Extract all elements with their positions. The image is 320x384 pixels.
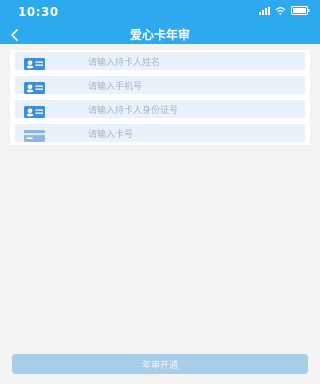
id-card-icon (24, 55, 45, 70)
id-card-icon (24, 79, 45, 94)
name-field[interactable]: 请输入持卡人姓名 (10, 50, 310, 72)
card-number-placeholder: 请输入卡号 (88, 130, 134, 140)
phone-placeholder: 请输入手机号 (88, 82, 143, 92)
status-icons (259, 6, 310, 15)
id-number-placeholder: 请输入持卡人身份证号 (88, 106, 179, 116)
id-card-icon (24, 103, 45, 118)
card-number-field[interactable]: 请输入卡号 (10, 122, 310, 144)
form-card: 请输入持卡人姓名 请输入手机号 请输入持卡人身份证号 请输入卡号 (10, 50, 310, 145)
field-background (15, 124, 305, 142)
id-number-field[interactable]: 请输入持卡人身份证号 (10, 98, 310, 120)
status-time: 10:30 (18, 5, 59, 19)
battery-icon (291, 6, 310, 15)
page-title: 爱心卡年审 (129, 28, 190, 42)
name-placeholder: 请输入持卡人姓名 (88, 58, 161, 68)
card-icon (24, 127, 45, 142)
field-background (15, 76, 305, 94)
annual-review-button[interactable]: 年审开通 (12, 354, 308, 374)
top-bar: 10:30 爱心卡年审 (0, 0, 320, 44)
phone-field[interactable]: 请输入手机号 (10, 74, 310, 96)
wifi-icon (275, 6, 286, 15)
screen: 10:30 爱心卡年审 请输入持卡人姓名 请输入手机号 请输入持卡人身份证号 请… (0, 0, 320, 384)
signal-icon (259, 6, 270, 15)
